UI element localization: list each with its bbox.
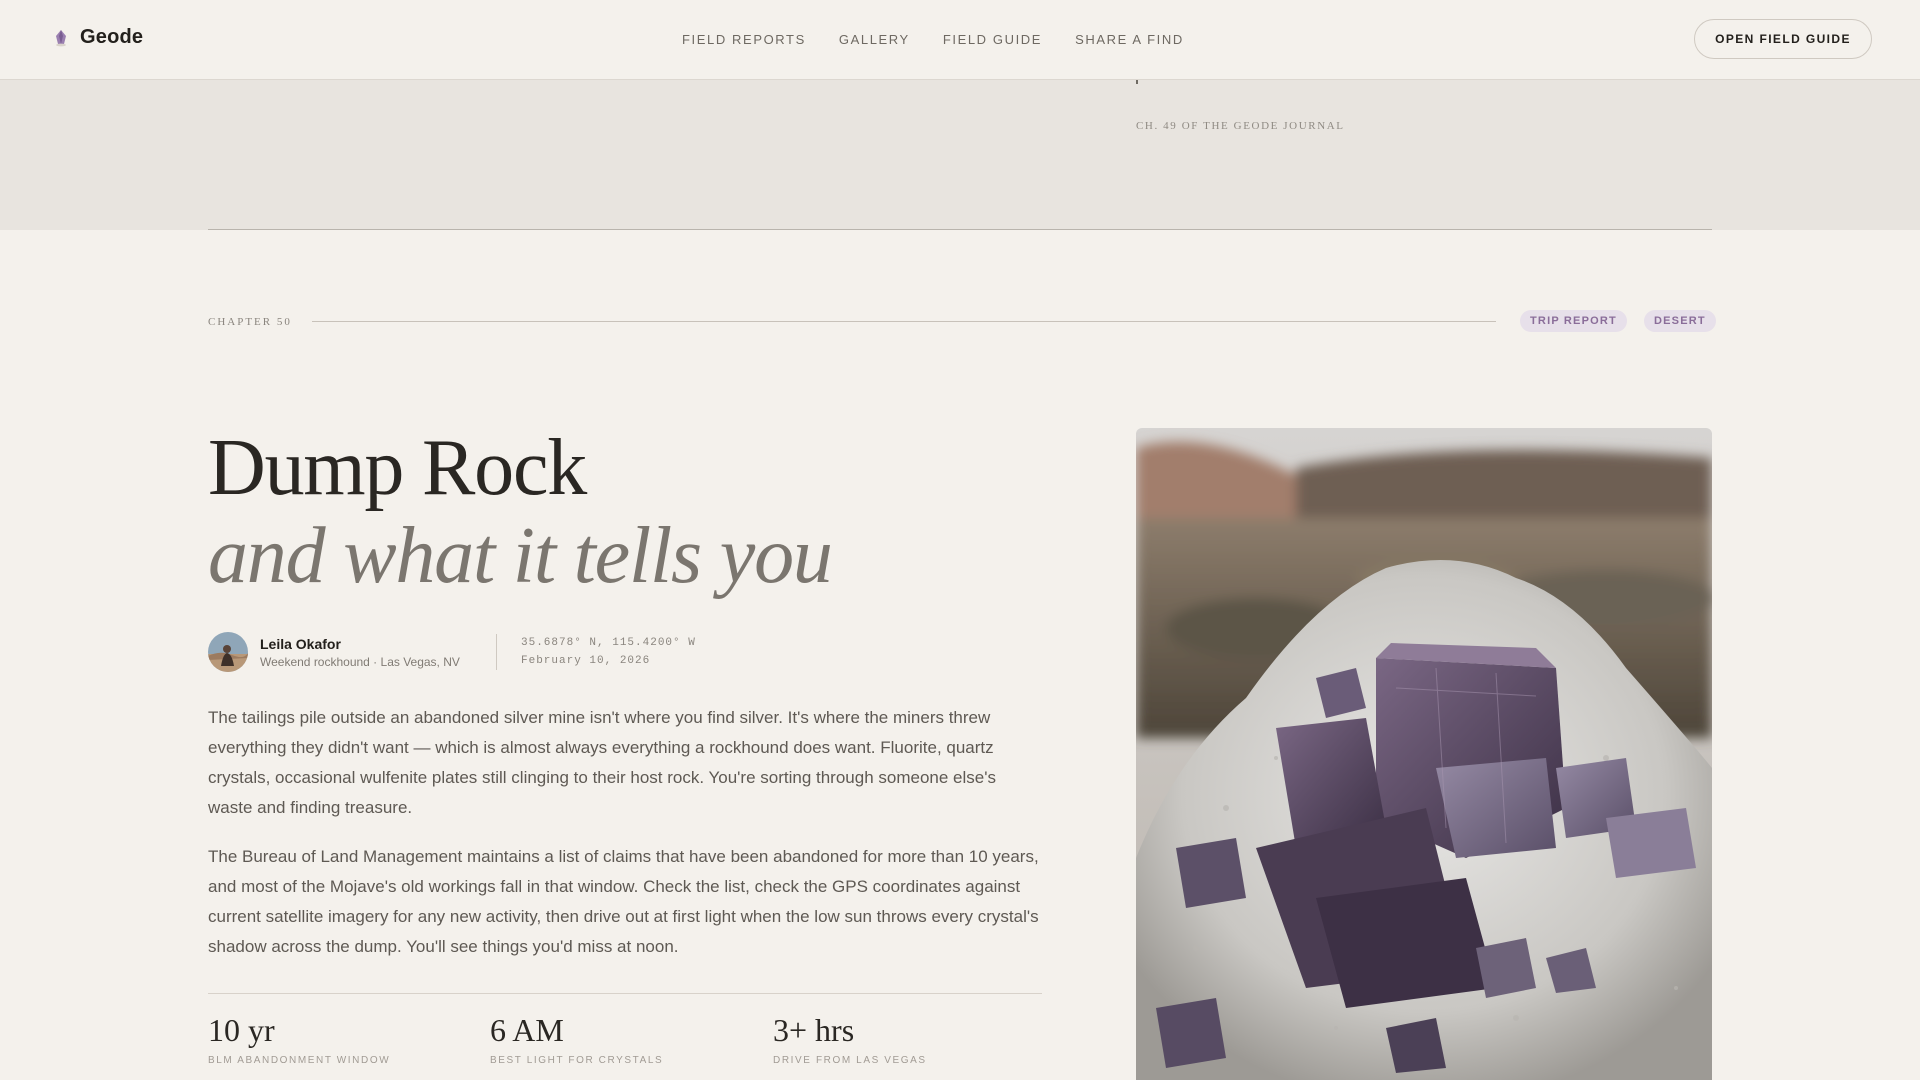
brand-logo[interactable]: Geode bbox=[54, 26, 143, 49]
stat-value: 6 AM bbox=[490, 1012, 564, 1048]
gps-coordinates: 35.6878° N, 115.4200° W bbox=[521, 637, 696, 649]
fluorite-specimen-photo[interactable] bbox=[1136, 428, 1712, 1080]
stat-abandonment-window: 10 yr BLM ABANDONMENT WINDOW bbox=[208, 1014, 390, 1066]
publish-date: February 10, 2026 bbox=[521, 655, 651, 667]
stat-drive-time: 3+ hrs DRIVE FROM LAS VEGAS bbox=[773, 1014, 927, 1066]
byline-divider bbox=[496, 634, 497, 670]
body-paragraph: The Bureau of Land Management maintains … bbox=[208, 847, 1039, 956]
stats-divider bbox=[208, 993, 1042, 994]
tag-trip-report[interactable]: TRIP REPORT bbox=[1520, 310, 1627, 332]
article-title: Dump Rock bbox=[208, 424, 587, 512]
nav-link-gallery[interactable]: GALLERY bbox=[839, 32, 910, 47]
section-divider bbox=[208, 229, 1712, 230]
brand-name: Geode bbox=[80, 26, 144, 48]
stat-label: DRIVE FROM LAS VEGAS bbox=[773, 1055, 927, 1066]
previous-chapter-note: CH. 49 OF THE GEODE JOURNAL bbox=[1136, 120, 1345, 132]
photo-illustration bbox=[1136, 428, 1712, 1080]
nav-link-field-guide[interactable]: FIELD GUIDE bbox=[943, 32, 1042, 47]
author-name[interactable]: Leila Okafor bbox=[260, 636, 341, 652]
stat-label: BLM ABANDONMENT WINDOW bbox=[208, 1055, 391, 1066]
body-paragraph: The tailings pile outside an abandoned s… bbox=[208, 708, 996, 817]
chapter-label: CHAPTER 50 bbox=[208, 316, 292, 328]
nav-links: FIELD REPORTS GALLERY FIELD GUIDE SHARE … bbox=[682, 32, 1184, 47]
nav-link-field-reports[interactable]: FIELD REPORTS bbox=[682, 32, 806, 47]
top-nav: Geode FIELD REPORTS GALLERY FIELD GUIDE … bbox=[0, 0, 1920, 80]
article-subtitle: and what it tells you bbox=[208, 512, 833, 600]
open-field-guide-button[interactable]: OPEN FIELD GUIDE bbox=[1694, 19, 1872, 59]
chapter-rule bbox=[312, 321, 1496, 322]
tag-desert[interactable]: DESERT bbox=[1644, 310, 1716, 332]
author-avatar[interactable] bbox=[208, 632, 248, 672]
stat-value: 10 yr bbox=[208, 1012, 275, 1048]
stat-best-light: 6 AM BEST LIGHT FOR CRYSTALS bbox=[490, 1014, 663, 1066]
geode-crystal-icon bbox=[56, 29, 66, 46]
author-role: Weekend rockhound · Las Vegas, NV bbox=[260, 655, 460, 669]
avatar-photo bbox=[208, 632, 248, 672]
nav-link-share-a-find[interactable]: SHARE A FIND bbox=[1075, 32, 1184, 47]
stat-value: 3+ hrs bbox=[773, 1012, 855, 1048]
stat-label: BEST LIGHT FOR CRYSTALS bbox=[490, 1055, 664, 1066]
